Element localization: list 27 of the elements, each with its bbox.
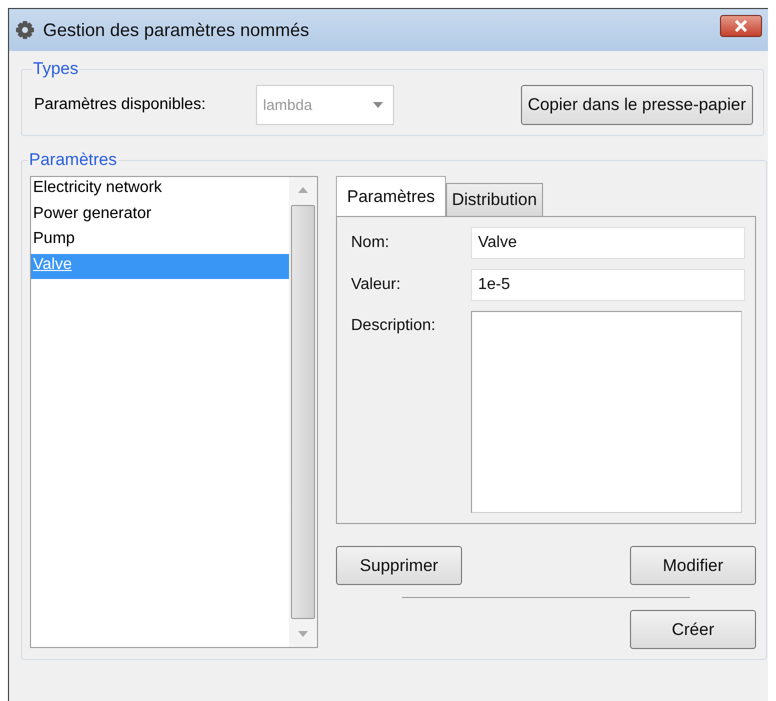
create-button[interactable]: Créer: [630, 610, 756, 649]
list-item[interactable]: Pump: [31, 228, 289, 254]
field-label: Paramètres disponibles:: [34, 96, 207, 114]
group-legend: Types: [32, 59, 80, 79]
field-label: Description:: [351, 317, 436, 335]
caret-icon: [373, 102, 383, 108]
close-button[interactable]: [720, 15, 762, 37]
description-field[interactable]: [471, 311, 742, 513]
input-field[interactable]: 1e-5: [471, 269, 745, 301]
list-item[interactable]: Power generator: [31, 202, 289, 228]
close-icon: [734, 20, 748, 32]
tab[interactable]: Paramètres: [336, 176, 446, 216]
scrollbar[interactable]: [289, 177, 317, 647]
scroll-up-icon: [298, 187, 308, 193]
window-title: Gestion des paramètres nommés: [43, 20, 310, 40]
list-item[interactable]: Electricity network: [31, 177, 289, 202]
tab[interactable]: Distribution: [446, 183, 543, 216]
copy-button[interactable]: Copier dans le presse-papier: [520, 85, 753, 125]
field-label: Nom:: [351, 234, 390, 252]
gear-icon: [15, 20, 35, 40]
delete-button[interactable]: Supprimer: [336, 546, 462, 585]
field-label: Valeur:: [351, 276, 402, 294]
scroll-thumb[interactable]: [291, 205, 315, 619]
modify-button[interactable]: Modifier: [630, 546, 756, 585]
group-legend: Paramètres: [28, 150, 118, 170]
input-field[interactable]: Valve: [471, 227, 745, 259]
scroll-down-icon: [298, 631, 308, 637]
